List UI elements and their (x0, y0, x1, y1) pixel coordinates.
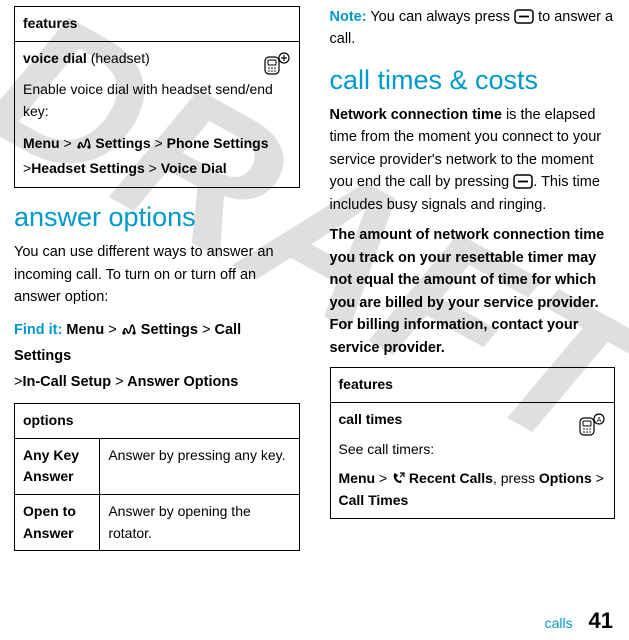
warning-bold: The amount of network connection time yo… (330, 227, 605, 355)
page-number: 41 (589, 608, 613, 633)
table-header: features (15, 7, 300, 42)
device-plus-icon (263, 52, 291, 76)
path-menu: Menu (23, 135, 60, 151)
path-voice: Voice Dial (161, 160, 227, 176)
nct-bold: Network connection time (330, 107, 502, 123)
table-cell: voice dial (headset) Enable voice dial w… (15, 41, 300, 187)
path-menu: Menu (66, 322, 104, 338)
note-text: You can always press (367, 9, 515, 25)
row-desc: Enable voice dial with headset send/end … (23, 79, 291, 122)
table-cell: Open to Answer (15, 494, 100, 550)
svg-text:A: A (597, 417, 602, 424)
path-answopt: Answer Options (127, 374, 238, 390)
note-paragraph: Note: You can always press to answer a c… (330, 6, 616, 51)
path-settings: Settings (141, 322, 198, 338)
path-recent: Recent Calls (409, 470, 493, 486)
end-key-icon (514, 9, 534, 24)
answer-options-intro: You can use different ways to answer an … (14, 241, 300, 308)
page-columns: features voice dial (headset) Enable voi… (0, 0, 629, 557)
path-menu: Menu (339, 470, 376, 486)
row-title-rest: (headset) (87, 50, 150, 66)
table-header: options (15, 403, 300, 438)
features-table-voice-dial: features voice dial (headset) Enable voi… (14, 6, 300, 188)
table-header: features (330, 368, 615, 403)
path-incall: In-Call Setup (22, 374, 111, 390)
left-column: features voice dial (headset) Enable voi… (14, 6, 300, 557)
device-a-icon: A (578, 413, 606, 437)
nct-paragraph: Network connection time is the elapsed t… (330, 104, 616, 216)
path-phone: Phone Settings (167, 135, 269, 151)
find-it-label: Find it: (14, 322, 62, 338)
page-footer: calls 41 (545, 608, 613, 634)
path-options: Options (539, 470, 592, 486)
path-headset: Headset Settings (31, 160, 145, 176)
settings-icon (76, 137, 92, 150)
row-title-bold: voice dial (23, 50, 87, 66)
table-cell: A call times See call timers: Menu > (330, 402, 615, 518)
options-table: options Any Key Answer Answer by pressin… (14, 403, 300, 551)
note-label: Note: (330, 9, 367, 25)
billing-warning: The amount of network connection time yo… (330, 224, 616, 359)
table-cell: Any Key Answer (15, 438, 100, 494)
end-key-icon (513, 174, 533, 189)
table-cell: Answer by pressing any key. (100, 438, 299, 494)
heading-call-times: call times & costs (330, 65, 616, 96)
table-cell: Answer by opening the rotator. (100, 494, 299, 550)
right-column: Note: You can always press to answer a c… (330, 6, 616, 557)
menu-path: Menu > Recent Calls, press Options > Cal… (339, 468, 607, 511)
find-it-path: Find it: Menu > Settings > Call Settings… (14, 317, 300, 395)
menu-path: Menu > Settings > Phone Settings >Headse… (23, 131, 291, 181)
path-settings: Settings (95, 135, 150, 151)
path-calltimes: Call Times (339, 492, 409, 508)
path-press: , press (493, 470, 539, 486)
row-desc: See call timers: (339, 439, 607, 461)
row-title: call times (339, 411, 403, 427)
footer-label: calls (545, 615, 573, 631)
features-table-call-times: features A call times See call timers: M… (330, 367, 616, 518)
recent-calls-icon (391, 471, 405, 485)
heading-answer-options: answer options (14, 202, 300, 233)
settings-icon (121, 323, 137, 336)
